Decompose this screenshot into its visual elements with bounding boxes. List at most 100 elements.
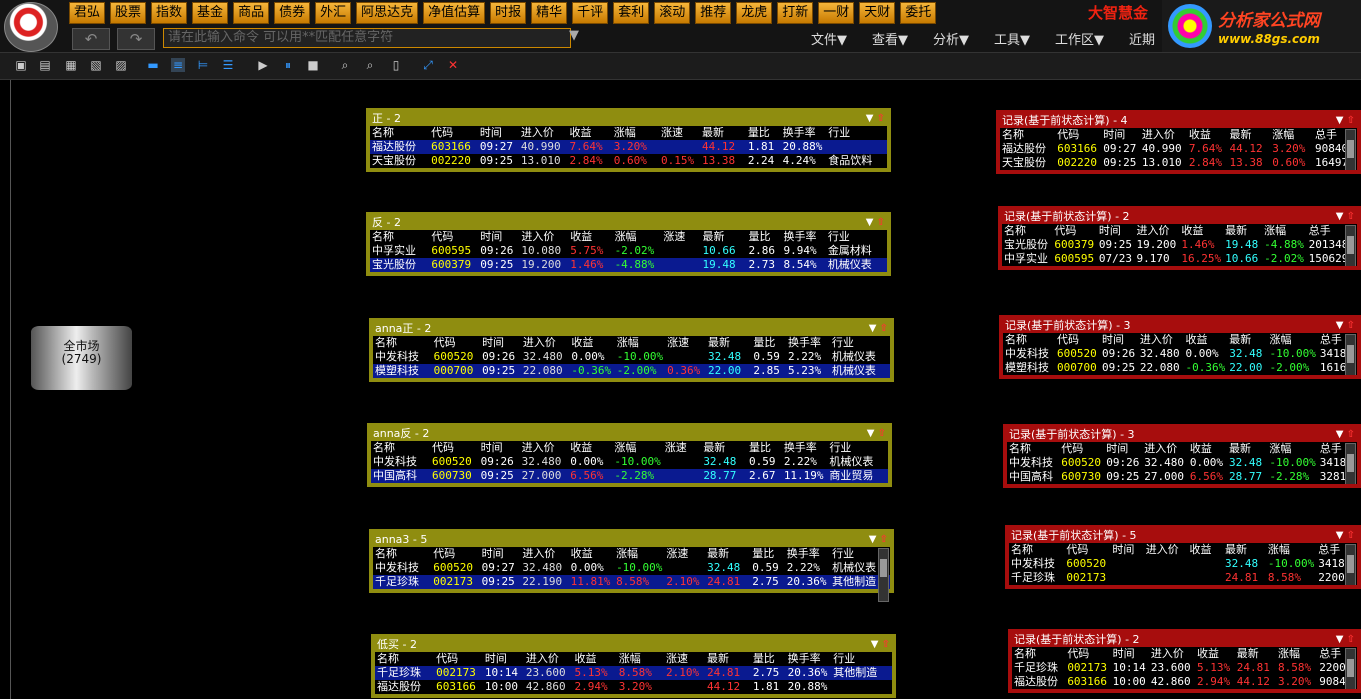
column-header[interactable]: 时间 bbox=[479, 441, 520, 455]
table-row[interactable]: 中孚实业 600595 09:26 10.080 5.75% -2.02% 10.66 2.8… bbox=[370, 244, 887, 258]
layout-list-icon[interactable]: ☰ bbox=[221, 58, 235, 72]
close-icon[interactable]: ✕ bbox=[446, 58, 460, 72]
column-header[interactable]: 行业 bbox=[826, 126, 887, 140]
scrollbar-thumb[interactable] bbox=[1347, 659, 1354, 677]
column-header[interactable]: 时间 bbox=[1104, 442, 1142, 456]
record-panel[interactable]: 记录(基于前状态计算) - 2 ▼ ⇧ 名称 代码 时间 进入价 收益 最新 涨幅 总手 宝光股份 6… bbox=[998, 206, 1361, 270]
vertical-scrollbar[interactable] bbox=[1345, 648, 1356, 689]
column-header[interactable]: 进入价 bbox=[1144, 543, 1188, 557]
table-row[interactable]: 福达股份 603166 09:27 40.990 7.64% 44.12 3.20% 9084… bbox=[1000, 142, 1357, 156]
column-header[interactable]: 名称 bbox=[1000, 128, 1055, 142]
pause-icon[interactable]: ⏸ bbox=[281, 58, 295, 72]
column-header[interactable]: 时间 bbox=[480, 547, 521, 561]
record-panel[interactable]: 记录(基于前状态计算) - 2 ▼ ⇧ 名称 代码 时间 进入价 收益 最新 涨幅 总手 千足珍珠 0… bbox=[1008, 629, 1361, 693]
dropdown-icon[interactable]: ▼ bbox=[1336, 634, 1344, 645]
column-header[interactable]: 代码 bbox=[1052, 224, 1096, 238]
collapse-icon[interactable]: ⇧ bbox=[1347, 530, 1355, 541]
collapse-icon[interactable]: ⇧ bbox=[878, 428, 886, 439]
collapse-icon[interactable]: ⇧ bbox=[882, 639, 890, 650]
column-header[interactable]: 最新 bbox=[701, 441, 747, 455]
collapse-icon[interactable]: ⇧ bbox=[1347, 429, 1355, 440]
column-header[interactable]: 时间 bbox=[1100, 333, 1138, 347]
column-header[interactable]: 涨幅 bbox=[1276, 647, 1317, 661]
vertical-scrollbar[interactable] bbox=[1345, 544, 1356, 585]
table-row[interactable]: 千足珍珠 002173 10:14 23.600 5.13% 24.81 8.58% 2200… bbox=[1012, 661, 1357, 675]
table-row[interactable]: 中孚实业 600595 07/23 9.170 16.25% 10.66 -2.02% 150… bbox=[1002, 252, 1357, 266]
column-header[interactable]: 换手率 bbox=[781, 126, 827, 140]
collapse-icon[interactable]: ⇧ bbox=[877, 113, 885, 124]
play-icon[interactable]: ▶ bbox=[256, 58, 270, 72]
column-header[interactable]: 代码 bbox=[431, 547, 479, 561]
expand-icon[interactable]: ⤢ bbox=[421, 58, 435, 72]
new-icon[interactable]: ▣ bbox=[14, 58, 28, 72]
column-header[interactable]: 涨速 bbox=[664, 652, 705, 666]
dropdown-icon[interactable]: ▼ bbox=[866, 217, 874, 228]
column-header[interactable]: 收益 bbox=[568, 126, 612, 140]
column-header[interactable]: 进入价 bbox=[521, 336, 569, 350]
table-row[interactable]: 中发科技 600520 09:26 32.480 0.00% -10.00% 32.48 0.… bbox=[371, 455, 888, 469]
column-header[interactable]: 收益 bbox=[569, 547, 614, 561]
table-row[interactable]: 福达股份 603166 10:00 42.860 2.94% 3.20% 44.12 1.81… bbox=[375, 680, 892, 694]
filter-search-icon[interactable]: ⌕ bbox=[363, 58, 377, 72]
column-header[interactable]: 涨幅 bbox=[615, 336, 665, 350]
column-header[interactable]: 代码 bbox=[432, 336, 480, 350]
column-header[interactable]: 换手率 bbox=[782, 441, 828, 455]
column-header[interactable]: 进入价 bbox=[1135, 224, 1180, 238]
menu-item-4[interactable]: 商品 bbox=[233, 2, 270, 24]
column-header[interactable]: 换手率 bbox=[781, 230, 825, 244]
column-header[interactable]: 行业 bbox=[827, 441, 888, 455]
column-header[interactable]: 量比 bbox=[750, 547, 785, 561]
menu-item-3[interactable]: 基金 bbox=[192, 2, 229, 24]
scrollbar-thumb[interactable] bbox=[1347, 345, 1354, 363]
table-row[interactable]: 模塑科技 000700 09:25 22.080 -0.36% 22.00 -2.00% 16… bbox=[1003, 361, 1357, 375]
table-row[interactable]: 天宝股份 002220 09:25 13.010 2.84% 0.60% 0.15% 13.3… bbox=[370, 154, 887, 168]
column-header[interactable]: 进入价 bbox=[524, 652, 573, 666]
dropdown-icon[interactable]: ▼ bbox=[1336, 429, 1344, 440]
column-header[interactable]: 最新 bbox=[700, 230, 746, 244]
table-row[interactable]: 中发科技 600520 09:27 32.480 0.00% -10.00% 32.48 0.… bbox=[373, 561, 890, 575]
table-row[interactable]: 千足珍珠 002173 09:25 22.190 11.81% 8.58% 2.10% 24.… bbox=[373, 575, 890, 589]
menu-item-17[interactable]: 一财 bbox=[818, 2, 855, 24]
collapse-icon[interactable]: ⇧ bbox=[877, 217, 885, 228]
column-header[interactable]: 进入价 bbox=[1140, 128, 1187, 142]
table-row[interactable]: 中国高科 600730 09:25 27.000 6.56% 28.77 -2.28% 328… bbox=[1007, 470, 1357, 484]
column-header[interactable]: 最新 bbox=[705, 652, 751, 666]
menu-item-2[interactable]: 指数 bbox=[151, 2, 188, 24]
column-header[interactable]: 最新 bbox=[706, 336, 751, 350]
column-header[interactable]: 收益 bbox=[573, 652, 617, 666]
column-header[interactable]: 进入价 bbox=[1149, 647, 1195, 661]
column-header[interactable]: 进入价 bbox=[519, 230, 568, 244]
column-header[interactable]: 涨速 bbox=[665, 336, 706, 350]
column-header[interactable]: 代码 bbox=[429, 126, 478, 140]
column-header[interactable]: 时间 bbox=[483, 652, 524, 666]
column-header[interactable]: 行业 bbox=[831, 652, 892, 666]
column-header[interactable]: 代码 bbox=[429, 230, 478, 244]
column-header[interactable]: 时间 bbox=[1101, 128, 1140, 142]
panel-header[interactable]: 低买 - 2 ▼ ⇧ bbox=[375, 638, 892, 652]
save-as-icon[interactable]: ▧ bbox=[89, 58, 103, 72]
menu-item-11[interactable]: 千评 bbox=[572, 2, 609, 24]
table-row[interactable]: 中发科技 600520 09:26 32.480 0.00% -10.00% 32.48 0.… bbox=[373, 350, 890, 364]
right-menu-item-3[interactable]: 工具▼ bbox=[994, 29, 1030, 48]
column-header[interactable]: 行业 bbox=[826, 230, 887, 244]
column-header[interactable]: 代码 bbox=[1059, 442, 1104, 456]
column-header[interactable]: 最新 bbox=[1227, 442, 1267, 456]
column-header[interactable]: 涨幅 bbox=[1267, 442, 1317, 456]
column-header[interactable]: 代码 bbox=[1065, 647, 1110, 661]
strategy-panel[interactable]: anna正 - 2 ▼ ⇧ 名称 代码 时间 进入价 收益 涨幅 涨速 最新 量比 换手率 行业 中发科技… bbox=[369, 318, 894, 382]
right-menu-item-4[interactable]: 工作区▼ bbox=[1055, 29, 1104, 48]
column-header[interactable]: 时间 bbox=[1097, 224, 1135, 238]
menu-item-19[interactable]: 委托 bbox=[900, 2, 937, 24]
panel-header[interactable]: 记录(基于前状态计算) - 2 ▼ ⇧ bbox=[1002, 210, 1357, 224]
column-header[interactable]: 进入价 bbox=[520, 547, 568, 561]
right-menu-item-1[interactable]: 查看▼ bbox=[872, 29, 908, 48]
record-panel[interactable]: 记录(基于前状态计算) - 3 ▼ ⇧ 名称 代码 时间 进入价 收益 最新 涨幅 总手 中发科技 6… bbox=[1003, 424, 1361, 488]
column-header[interactable]: 涨幅 bbox=[614, 547, 664, 561]
menu-item-12[interactable]: 套利 bbox=[613, 2, 650, 24]
table-row[interactable]: 千足珍珠 002173 10:14 23.600 5.13% 8.58% 2.10% 24.8… bbox=[375, 666, 892, 680]
dropdown-icon[interactable]: ▼ bbox=[1336, 211, 1344, 222]
column-header[interactable]: 收益 bbox=[1188, 543, 1223, 557]
column-header[interactable]: 名称 bbox=[1002, 224, 1052, 238]
open-icon[interactable]: ▤ bbox=[38, 58, 52, 72]
column-header[interactable]: 量比 bbox=[747, 441, 782, 455]
